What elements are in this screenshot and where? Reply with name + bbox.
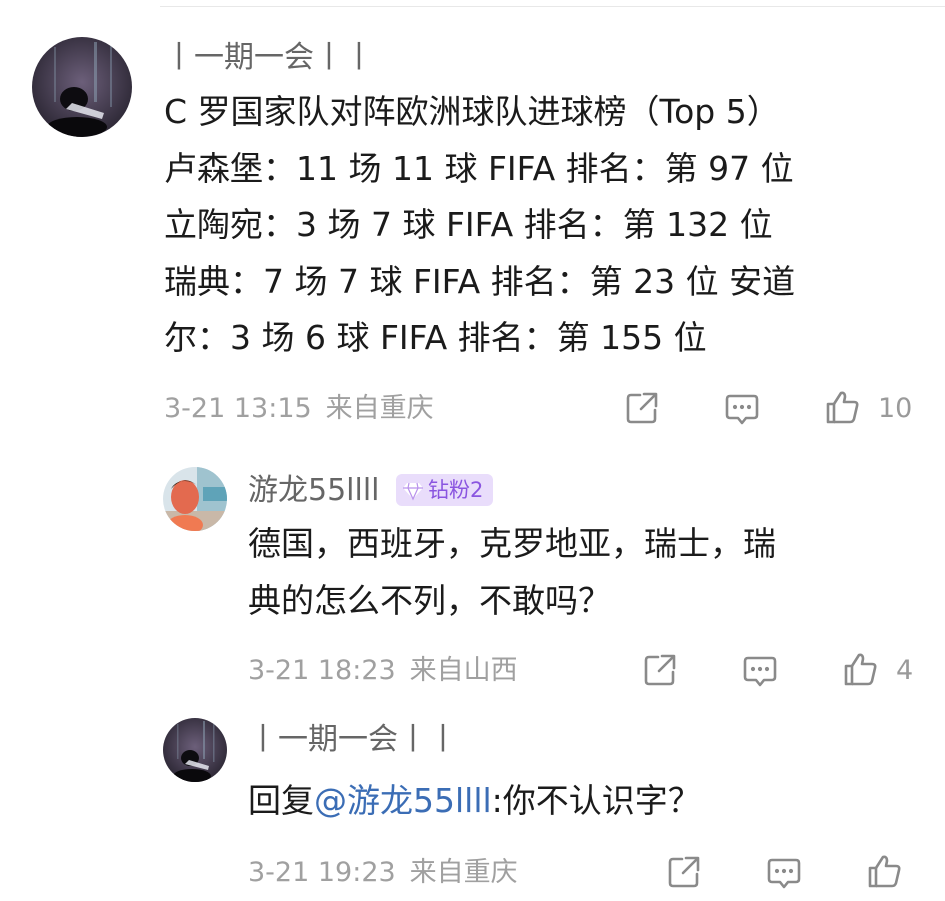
username[interactable]: 游龙55llll [248, 471, 380, 511]
thumbs-up-icon[interactable] [842, 651, 878, 687]
location: 来自重庆 [325, 393, 434, 424]
comment-meta: 3-21 13:15 来自重庆 [164, 389, 434, 429]
comment-icon[interactable] [724, 392, 760, 428]
reply-meta: 3-21 18:23 来自山西 [248, 651, 518, 691]
timestamp: 3-21 13:15 [164, 393, 312, 424]
comment-line: 卢森堡：11 场 11 球 FIFA 排名：第 97 位 [164, 148, 794, 188]
fan-badge: 钻粉2 [396, 474, 494, 506]
comment-line: 瑞典：7 场 7 球 FIFA 排名：第 23 位 安道 [164, 261, 796, 301]
timestamp: 3-21 18:23 [248, 655, 396, 686]
reply-line: 回复@游龙55llll:你不认识字？ [248, 773, 701, 830]
avatar[interactable] [163, 718, 227, 782]
top-divider [160, 6, 945, 7]
diamond-icon [403, 482, 423, 501]
share-icon[interactable] [642, 652, 678, 688]
mention-link[interactable]: @游龙55llll [314, 781, 492, 820]
timestamp: 3-21 19:23 [248, 857, 396, 888]
share-icon[interactable] [666, 854, 702, 890]
reply-text: 德国，西班牙，克罗地亚，瑞士，瑞 典的怎么不列，不敢吗？ [248, 516, 776, 629]
avatar[interactable] [163, 467, 227, 531]
thumbs-up-icon[interactable] [824, 389, 860, 425]
avatar[interactable] [32, 37, 132, 137]
share-icon[interactable] [624, 390, 660, 426]
like-count: 10 [878, 393, 913, 424]
comment-icon[interactable] [766, 856, 802, 892]
reply-text: 回复@游龙55llll:你不认识字？ [248, 773, 701, 830]
reply-line: 典的怎么不列，不敢吗？ [248, 580, 611, 620]
reply-prefix: 回复 [248, 781, 314, 820]
location: 来自山西 [409, 655, 518, 686]
reply-line: 德国，西班牙，克罗地亚，瑞士，瑞 [248, 524, 776, 563]
badge-label: 钻粉2 [428, 478, 484, 502]
comment-icon[interactable] [742, 654, 778, 690]
reply-meta: 3-21 19:23 来自重庆 [248, 853, 518, 893]
comment-text: C 罗国家队对阵欧洲球队进球榜（Top 5） 卢森堡：11 场 11 球 FIF… [164, 84, 795, 367]
thumbs-up-icon[interactable] [866, 853, 902, 889]
comment-line: 立陶宛：3 场 7 球 FIFA 排名：第 132 位 [164, 205, 773, 244]
like-count: 4 [896, 655, 914, 686]
username[interactable]: 丨一期一会丨丨 [248, 720, 458, 760]
username[interactable]: 丨一期一会丨丨 [164, 38, 374, 78]
location: 来自重庆 [409, 857, 518, 888]
comment-line: 尔：3 场 6 球 FIFA 排名：第 155 位 [164, 318, 707, 357]
reply-body: :你不认识字？ [491, 781, 701, 820]
comment-line: C 罗国家队对阵欧洲球队进球榜（Top 5） [164, 92, 780, 131]
